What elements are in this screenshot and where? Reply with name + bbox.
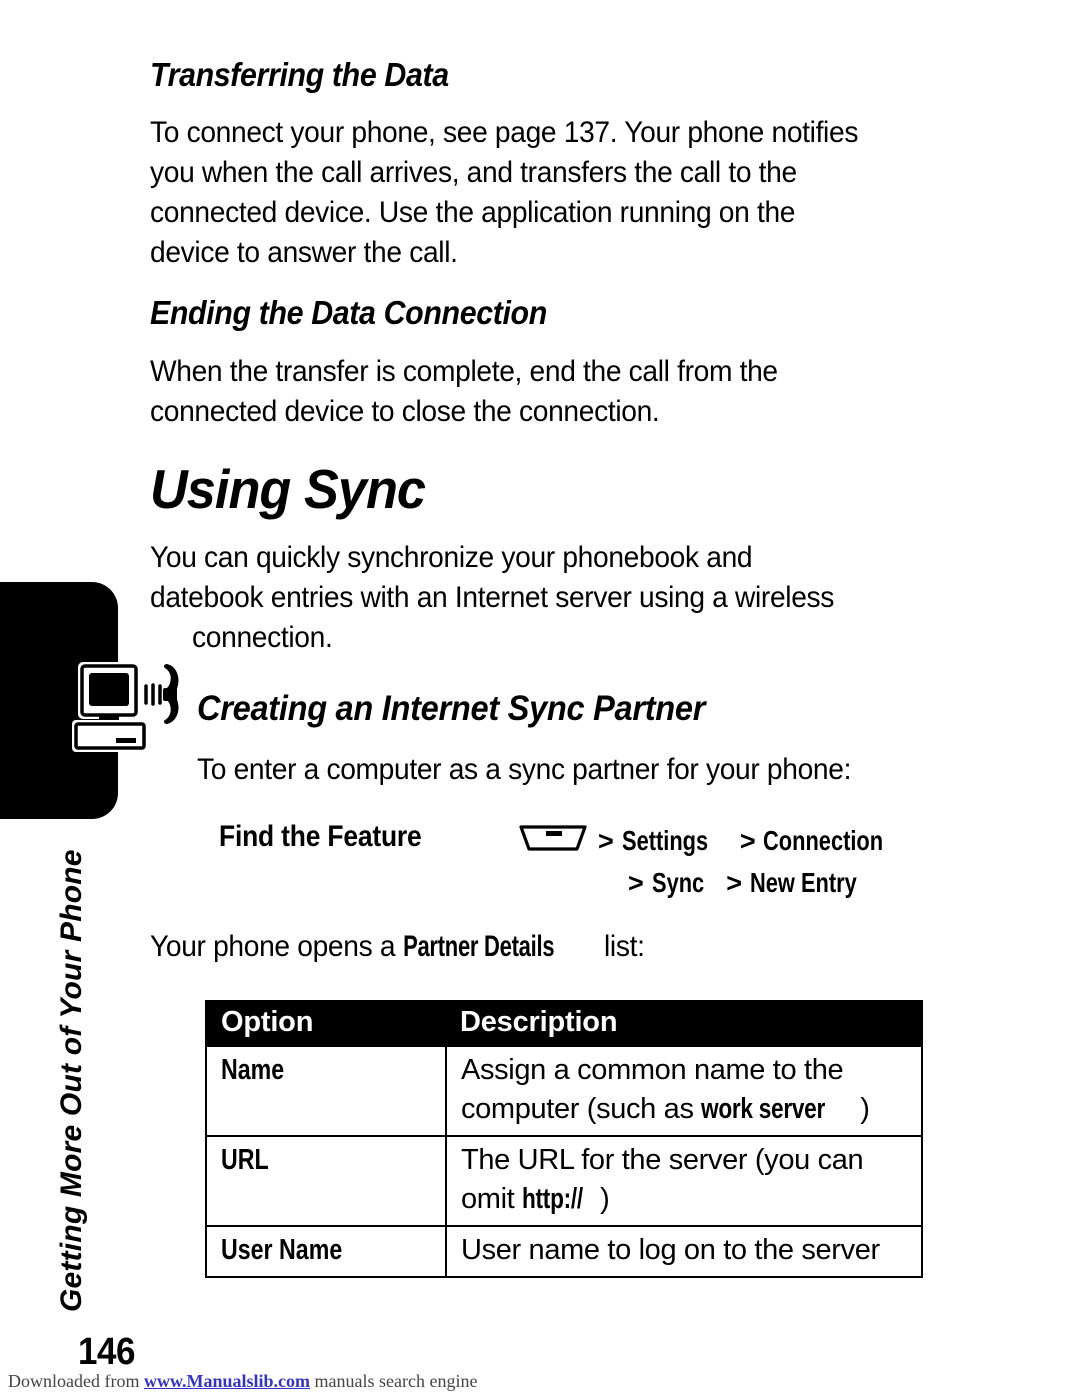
paragraph-line: connection. xyxy=(192,621,333,654)
paragraph-line: You can quickly synchronize your phonebo… xyxy=(150,541,753,574)
option-name: URL xyxy=(221,1144,269,1176)
partner-details-table: Option Description Name Assign a common … xyxy=(205,1000,923,1278)
heading-ending-the-data-connection: Ending the Data Connection xyxy=(150,294,547,331)
path-item-new-entry: New Entry xyxy=(749,867,857,898)
table-cell-description: User name to log on to the server xyxy=(445,1225,923,1278)
description-line: computer (such as work server) xyxy=(461,1090,915,1129)
paragraph-line: device to answer the call. xyxy=(150,236,458,269)
path-item-connection: Connection xyxy=(763,825,884,856)
paragraph-line: To connect your phone, see page 137. You… xyxy=(150,116,859,149)
description-emphasis: http:// xyxy=(522,1183,583,1215)
option-name: User Name xyxy=(221,1234,343,1266)
paragraph-creating-partner: To enter a computer as a sync partner fo… xyxy=(197,750,851,790)
paragraph-line: To enter a computer as a sync partner fo… xyxy=(197,753,852,786)
table-cell-option: URL xyxy=(205,1135,447,1227)
table-intro-suffix: list: xyxy=(596,930,645,963)
path-separator: > xyxy=(726,868,743,898)
heading-creating-an-internet-sync-partner: Creating an Internet Sync Partner xyxy=(197,689,706,728)
table-header-row: Option Description xyxy=(206,1001,922,1046)
description-line: The URL for the server (you can xyxy=(461,1144,864,1176)
table-cell-description: The URL for the server (you can omit htt… xyxy=(445,1135,923,1227)
find-the-feature-path: > Settings > Connection > Sync > New Ent… xyxy=(598,820,938,904)
download-footer: Downloaded from www.Manualslib.com manua… xyxy=(8,1371,477,1392)
table-row: Name Assign a common name to the compute… xyxy=(205,1045,923,1137)
paragraph-ending: When the transfer is complete, end the c… xyxy=(150,352,778,432)
description-tail: ) xyxy=(860,1093,870,1125)
table-cell-description: Assign a common name to the computer (su… xyxy=(445,1045,923,1137)
footer-prefix: Downloaded from xyxy=(8,1371,144,1391)
table-intro-emphasis: Partner Details xyxy=(402,930,554,963)
description-tail: ) xyxy=(600,1183,610,1215)
description-line: Assign a common name to the xyxy=(461,1054,844,1086)
manualslib-link[interactable]: www.Manualslib.com xyxy=(144,1371,310,1391)
description-line: omit http://) xyxy=(461,1180,915,1219)
paragraph-transferring: To connect your phone, see page 137. You… xyxy=(150,113,858,273)
table-intro-text: Your phone opens a Partner Details list: xyxy=(150,930,645,964)
paragraph-line: When the transfer is complete, end the c… xyxy=(150,355,778,388)
find-the-feature-label: Find the Feature xyxy=(219,820,422,853)
manual-page: Getting More Out of Your Phone Transferr… xyxy=(0,0,1080,1397)
description-line: User name to log on to the server xyxy=(461,1234,880,1266)
menu-path-line-1: > Settings > Connection xyxy=(598,820,938,862)
footer-suffix: manuals search engine xyxy=(310,1371,478,1391)
menu-path-line-2: > Sync > New Entry xyxy=(598,862,938,904)
table-row: URL The URL for the server (you can omit… xyxy=(205,1135,923,1227)
description-text: omit xyxy=(461,1183,523,1215)
path-item-sync: Sync xyxy=(651,867,704,898)
path-separator: > xyxy=(739,826,756,856)
paragraph-using-sync: You can quickly synchronize your phonebo… xyxy=(150,538,834,658)
paragraph-line: connected device to close the connection… xyxy=(150,395,660,428)
paragraph-line: you when the call arrives, and transfers… xyxy=(150,156,797,189)
menu-key-icon xyxy=(518,822,588,854)
heading-using-sync: Using Sync xyxy=(150,458,426,520)
description-emphasis: work server xyxy=(701,1093,826,1125)
description-text: computer (such as xyxy=(461,1093,702,1125)
path-item-settings: Settings xyxy=(621,825,708,856)
option-name: Name xyxy=(221,1054,285,1086)
column-header-option: Option xyxy=(206,1001,446,1046)
path-separator: > xyxy=(628,868,644,898)
heading-transferring-the-data: Transferring the Data xyxy=(150,56,449,93)
page-number: 146 xyxy=(78,1331,135,1373)
table-cell-option: Name xyxy=(205,1045,447,1137)
column-header-description: Description xyxy=(446,1001,922,1046)
paragraph-line: connected device. Use the application ru… xyxy=(150,196,796,229)
computer-phone-sync-icon xyxy=(72,658,182,763)
table-intro-prefix: Your phone opens a xyxy=(150,930,403,963)
paragraph-line: datebook entries with an Internet server… xyxy=(150,581,835,614)
table-row: User Name User name to log on to the ser… xyxy=(205,1225,923,1278)
table-cell-option: User Name xyxy=(205,1225,447,1278)
chapter-title: Getting More Out of Your Phone xyxy=(55,849,88,1312)
path-separator: > xyxy=(598,826,614,856)
